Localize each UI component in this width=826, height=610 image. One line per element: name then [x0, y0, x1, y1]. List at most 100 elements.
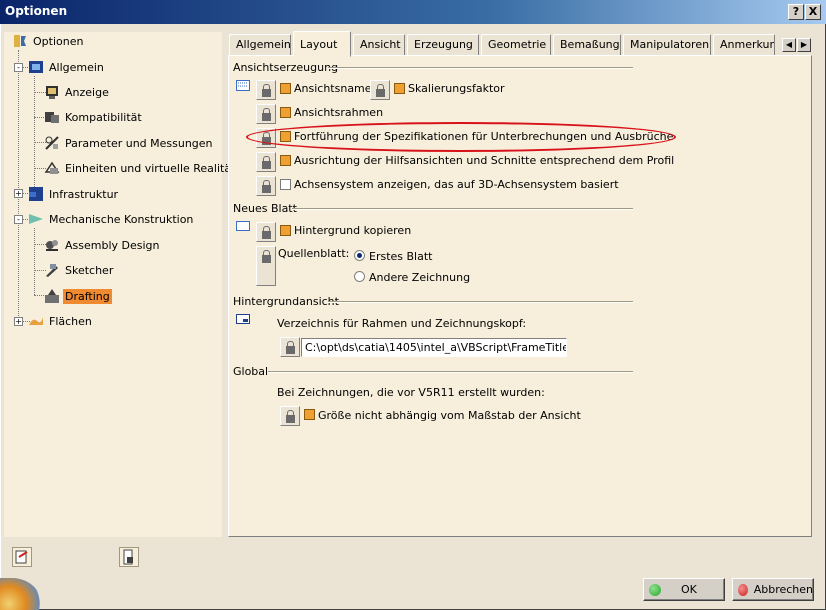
- window-title: Optionen: [5, 4, 68, 18]
- section-title-ansichtserzeugung: Ansichtserzeugung: [233, 61, 339, 74]
- option-label: Skalierungsfaktor: [408, 82, 505, 95]
- surfaces-icon: [28, 313, 44, 329]
- settings-lock-icon: [123, 549, 133, 565]
- title-bar[interactable]: Optionen ? X: [0, 0, 826, 24]
- expander-allgemein[interactable]: -: [14, 63, 23, 72]
- lock-button[interactable]: [256, 222, 276, 242]
- directory-label: Verzeichnis für Rahmen und Zeichnungskop…: [277, 317, 527, 330]
- highlight-annotation: [246, 122, 676, 152]
- parameters-icon: [44, 135, 60, 151]
- quellenblatt-label: Quellenblatt:: [278, 247, 350, 260]
- section-divider: [328, 67, 633, 69]
- tree-item-infrastruktur[interactable]: Infrastruktur: [28, 185, 120, 203]
- global-note: Bei Zeichnungen, die vor V5R11 erstellt …: [277, 386, 545, 399]
- tree-label: Kompatibilität: [65, 110, 142, 124]
- section-title-neues-blatt: Neues Blatt: [233, 202, 297, 215]
- tree-item-drafting[interactable]: Drafting: [44, 287, 112, 305]
- tree-item-parameter[interactable]: Parameter und Messungen: [44, 134, 215, 152]
- checkbox-ausrichtung[interactable]: [280, 155, 291, 166]
- cancel-button[interactable]: Abbrechen: [732, 578, 814, 601]
- radio-label: Andere Zeichnung: [369, 271, 471, 284]
- lock-button[interactable]: [280, 406, 300, 426]
- tree-label: Sketcher: [65, 263, 114, 277]
- option-label: Ansichtsname: [294, 82, 372, 95]
- background-view-icon: [236, 314, 250, 324]
- tree-item-flaechen[interactable]: Flächen: [28, 312, 94, 330]
- lock-icon: [286, 410, 295, 423]
- lock-button[interactable]: [280, 337, 300, 357]
- checkbox-hintergrund-kopieren[interactable]: [280, 225, 291, 236]
- tab-geometrie[interactable]: Geometrie: [481, 34, 551, 56]
- radio-label: Erstes Blatt: [369, 250, 433, 263]
- option-label: Größe nicht abhängig vom Maßstab der Ans…: [318, 409, 581, 422]
- radio-andere-zeichnung[interactable]: [354, 271, 365, 282]
- units-icon: [44, 160, 60, 176]
- tree-label: Allgemein: [49, 60, 104, 74]
- tree-item-allgemein[interactable]: Allgemein: [28, 58, 106, 76]
- tab-anmerkung[interactable]: Anmerkung: [713, 34, 775, 56]
- lock-icon: [262, 156, 271, 169]
- tab-ansicht[interactable]: Ansicht: [353, 34, 405, 56]
- lock-icon: [262, 84, 271, 97]
- tree-item-assembly-design[interactable]: Assembly Design: [44, 236, 162, 254]
- option-label: Ansichtsrahmen: [294, 106, 384, 119]
- tree-label: Assembly Design: [65, 238, 160, 252]
- section-divider: [268, 371, 633, 373]
- assembly-design-icon: [44, 237, 60, 253]
- tree-label: Einheiten und virtuelle Realität: [65, 161, 236, 175]
- ok-button[interactable]: OK: [643, 578, 725, 601]
- tab-manipulatoren[interactable]: Manipulatoren: [623, 34, 711, 56]
- expander-flaechen[interactable]: +: [14, 317, 23, 326]
- cancel-icon: [738, 583, 748, 596]
- help-button[interactable]: ?: [788, 4, 804, 20]
- new-sheet-icon: [236, 221, 250, 231]
- tree-label: Drafting: [63, 288, 112, 304]
- compatibility-icon: [44, 109, 60, 125]
- checkbox-achsensystem[interactable]: [280, 179, 291, 190]
- close-button[interactable]: X: [805, 4, 821, 20]
- ok-label: OK: [681, 583, 697, 596]
- tree-item-kompatibilitaet[interactable]: Kompatibilität: [44, 108, 144, 126]
- checkbox-groesse-nicht-abhaengig[interactable]: [304, 409, 315, 420]
- tab-bemassung[interactable]: Bemaßung: [553, 34, 621, 56]
- lock-icon: [262, 108, 271, 121]
- expander-infrastruktur[interactable]: +: [14, 189, 23, 198]
- checkbox-ansichtsname[interactable]: [280, 83, 291, 94]
- tab-layout[interactable]: Layout: [293, 31, 351, 57]
- lock-button[interactable]: [256, 246, 276, 286]
- section-divider: [292, 208, 633, 210]
- lock-button[interactable]: [256, 152, 276, 172]
- options-tree: - + - + Optionen Allgemein Anzeige Kompa…: [4, 32, 235, 537]
- mechanical-design-icon: [28, 211, 44, 227]
- tree-label: Infrastruktur: [49, 187, 119, 201]
- tab-scroll-left-button[interactable]: ◀: [782, 38, 796, 52]
- tree-item-sketcher[interactable]: Sketcher: [44, 261, 115, 279]
- tree-item-einheiten[interactable]: Einheiten und virtuelle Realität: [44, 159, 237, 177]
- tab-scroll-right-button[interactable]: ▶: [797, 38, 811, 52]
- checkbox-ansichtsrahmen[interactable]: [280, 107, 291, 118]
- lock-button[interactable]: [256, 80, 276, 100]
- tree-label: Parameter und Messungen: [65, 136, 213, 150]
- radio-erstes-blatt[interactable]: [354, 250, 365, 261]
- expander-mechanische-konstruktion[interactable]: -: [14, 215, 23, 224]
- tree-tool-button-2[interactable]: [119, 547, 139, 567]
- tree-item-anzeige[interactable]: Anzeige: [44, 83, 111, 101]
- lock-button[interactable]: [370, 80, 390, 100]
- lock-button[interactable]: [256, 176, 276, 196]
- checkbox-skalierungsfaktor[interactable]: [394, 83, 405, 94]
- option-label: Ausrichtung der Hilfsansichten und Schni…: [294, 154, 675, 167]
- tab-erzeugung[interactable]: Erzeugung: [407, 34, 479, 56]
- option-label: Hintergrund kopieren: [294, 224, 412, 237]
- lock-icon: [262, 226, 271, 239]
- tree-item-optionen[interactable]: Optionen: [12, 32, 85, 50]
- general-settings-icon: [28, 59, 44, 75]
- view-generation-icon: [236, 80, 250, 91]
- lock-button[interactable]: [256, 104, 276, 124]
- tab-allgemein[interactable]: Allgemein: [229, 34, 291, 56]
- drafting-icon: [44, 288, 60, 304]
- tree-item-mechanische-konstruktion[interactable]: Mechanische Konstruktion: [28, 210, 195, 228]
- tree-tool-button-1[interactable]: [12, 547, 32, 567]
- tree-label: Anzeige: [65, 85, 109, 99]
- lock-icon: [286, 341, 295, 354]
- frame-titleblock-path-input[interactable]: C:\opt\ds\catia\1405\intel_a\VBScript\Fr…: [301, 338, 567, 357]
